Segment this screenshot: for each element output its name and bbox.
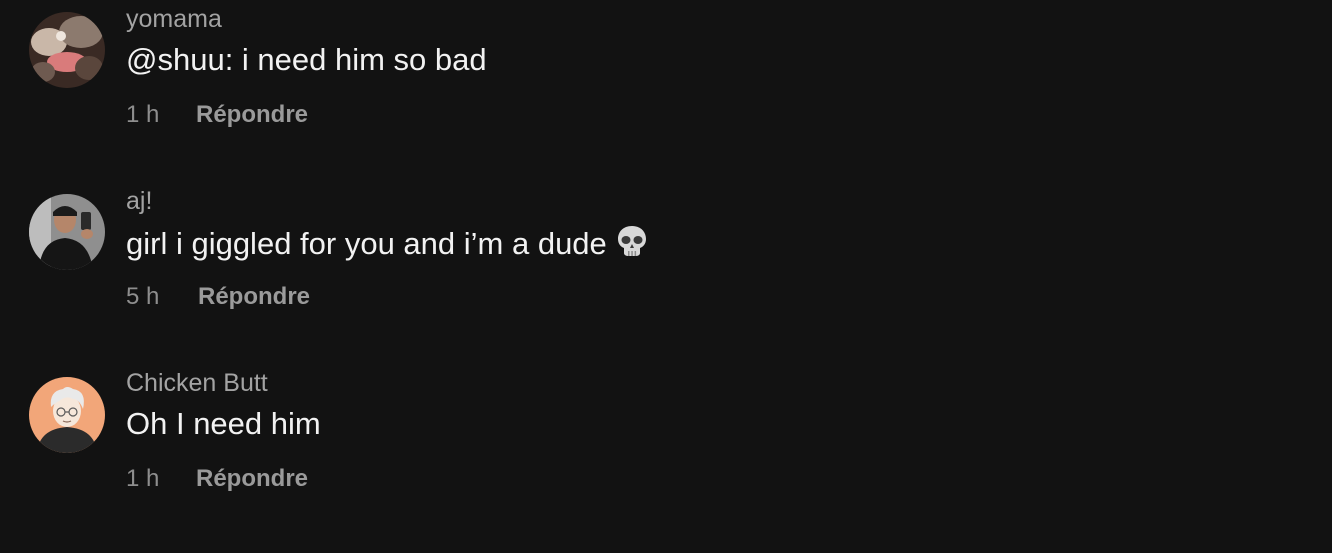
username[interactable]: aj! [126,186,152,216]
reply-button[interactable]: Répondre [198,282,310,312]
username[interactable]: Chicken Butt [126,368,268,398]
avatar-photo-icon [29,194,105,270]
comment-meta: 1 h Répondre [126,464,308,494]
timestamp: 1 h [126,101,160,128]
comment-item: yomama @shuu: i need him so bad 1 h Répon… [0,0,1332,150]
comment-item: aj! girl i giggled for you and i’m a dud… [0,182,1332,332]
comment-item: Chicken Butt Oh I need him 1 h Répondre [0,364,1332,514]
comment-meta: 5 h Répondre [126,282,310,312]
skull-emoji-icon [615,224,649,266]
timestamp: 1 h [126,465,160,492]
reply-button[interactable]: Répondre [196,100,308,130]
avatar[interactable] [29,12,105,88]
avatar-illustration-icon [29,377,105,453]
avatar-photo-icon [29,12,105,88]
avatar[interactable] [29,194,105,270]
timestamp: 5 h [126,283,160,310]
comment-text-content: girl i giggled for you and i’m a dude [126,226,607,261]
avatar[interactable] [29,377,105,453]
reply-button[interactable]: Répondre [196,464,308,494]
comment-text: @shuu: i need him so bad [126,42,487,77]
comment-text: Oh I need him [126,406,321,441]
username[interactable]: yomama [126,4,222,34]
comment-meta: 1 h Répondre [126,100,308,130]
comment-text: girl i giggled for you and i’m a dude [126,224,649,266]
